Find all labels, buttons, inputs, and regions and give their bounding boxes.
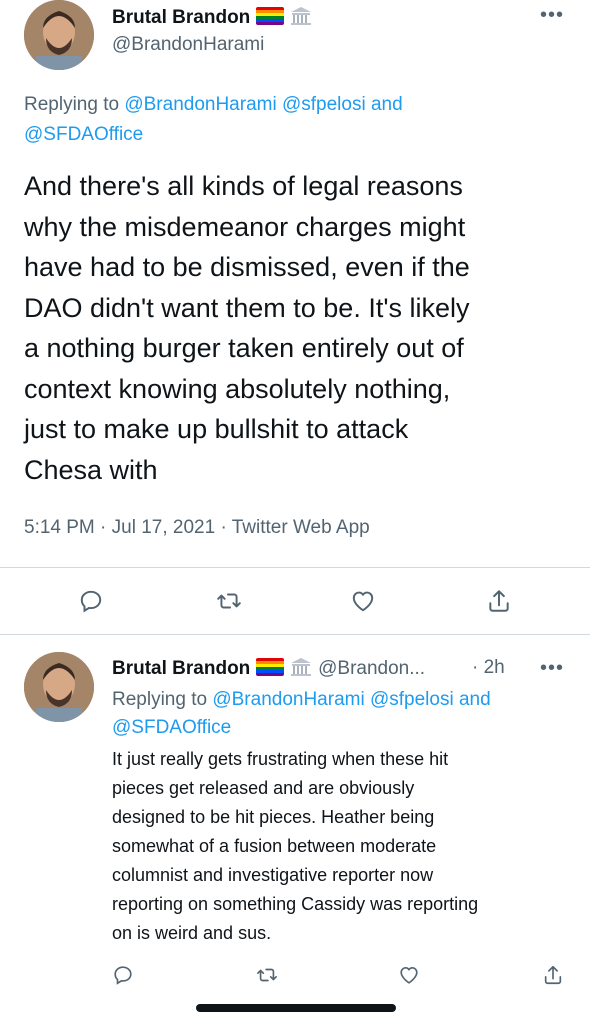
tweet-text-line: just to make up bullshit to attack [24,414,409,444]
reply-text-line: designed to be hit pieces. Heather being [112,807,435,827]
reply-button[interactable] [112,964,134,986]
tweet-text-line: why the misdemeanor charges might [24,211,466,242]
share-button[interactable] [486,588,512,614]
tweet-text-line: context knowing absolutely nothing, [24,373,451,404]
reply-text-line: on is weird and sus. [112,923,272,943]
reply-time: · 2h [472,657,505,678]
more-options-icon[interactable]: ••• [540,4,564,27]
reply-icon [114,966,132,985]
tweet-text-line: And there's all kinds of legal reasons [24,171,463,201]
heart-icon [400,967,418,984]
avatar[interactable] [24,652,94,722]
retweet-icon [217,593,241,609]
reply-text: It just really gets frustrating when the… [112,745,582,948]
author-handle[interactable]: @Brandon... [318,658,425,679]
avatar[interactable] [24,0,94,70]
tweet-text-line: Chesa with [24,454,158,485]
author-name[interactable]: Brutal Brandon [112,658,250,679]
government-building-icon [290,7,311,25]
home-indicator[interactable] [196,1004,396,1012]
replying-to-mentions[interactable]: @BrandonHarami @sfpelosi and [124,94,402,115]
reply-icon [80,590,102,613]
tweet-timestamp[interactable]: 5:14 PM · Jul 17, 2021 · Twitter Web App [24,517,370,539]
reply-button[interactable] [78,588,104,614]
tweet-text: And there's all kinds of legal reasons w… [24,166,584,490]
more-options-icon[interactable]: ••• [540,657,564,680]
retweet-button[interactable] [216,588,242,614]
tweet-text-line: DAO didn't want them to be. It's likely [24,292,470,323]
replying-to: Replying to @BrandonHarami @sfpelosi and… [24,90,564,150]
replying-to-label: Replying to [112,689,213,710]
reply-text-line: reporting on something Cassidy was repor… [112,894,479,914]
replying-to-mention-sfdaoffice[interactable]: @SFDAOffice [112,714,582,742]
tweet-text-line: a nothing burger taken entirely out of [24,333,464,363]
rainbow-flag-icon [255,7,284,25]
like-button[interactable] [350,588,376,614]
rainbow-flag-icon [255,658,284,676]
share-icon [489,590,509,612]
government-building-icon [290,658,311,676]
author-handle[interactable]: @BrandonHarami [112,34,264,56]
reply-text-line: somewhat of a fusion between moderate [112,836,437,856]
author-name[interactable]: Brutal Brandon [112,7,250,28]
tweet-text-line: have had to be dismissed, even if the [24,252,470,282]
retweet-icon [257,968,277,982]
divider [0,634,590,635]
replying-to: Replying to @BrandonHarami @sfpelosi and… [112,686,582,742]
reply-text-line: It just really gets frustrating when the… [112,749,449,769]
share-button[interactable] [542,964,564,986]
avatar-photo [24,0,94,70]
avatar-photo [24,652,94,722]
reply-text-line: columnist and investigative reporter now [112,865,434,885]
share-icon [544,965,562,985]
replying-to-mentions[interactable]: @BrandonHarami @sfpelosi and [212,689,490,710]
heart-icon [352,591,374,612]
divider [0,567,590,568]
replying-to-label: Replying to [24,94,125,115]
reply-text-line: pieces get released and are obviously [112,778,415,798]
replying-to-mention-sfdaoffice[interactable]: @SFDAOffice [24,120,564,150]
retweet-button[interactable] [256,964,278,986]
like-button[interactable] [398,964,420,986]
